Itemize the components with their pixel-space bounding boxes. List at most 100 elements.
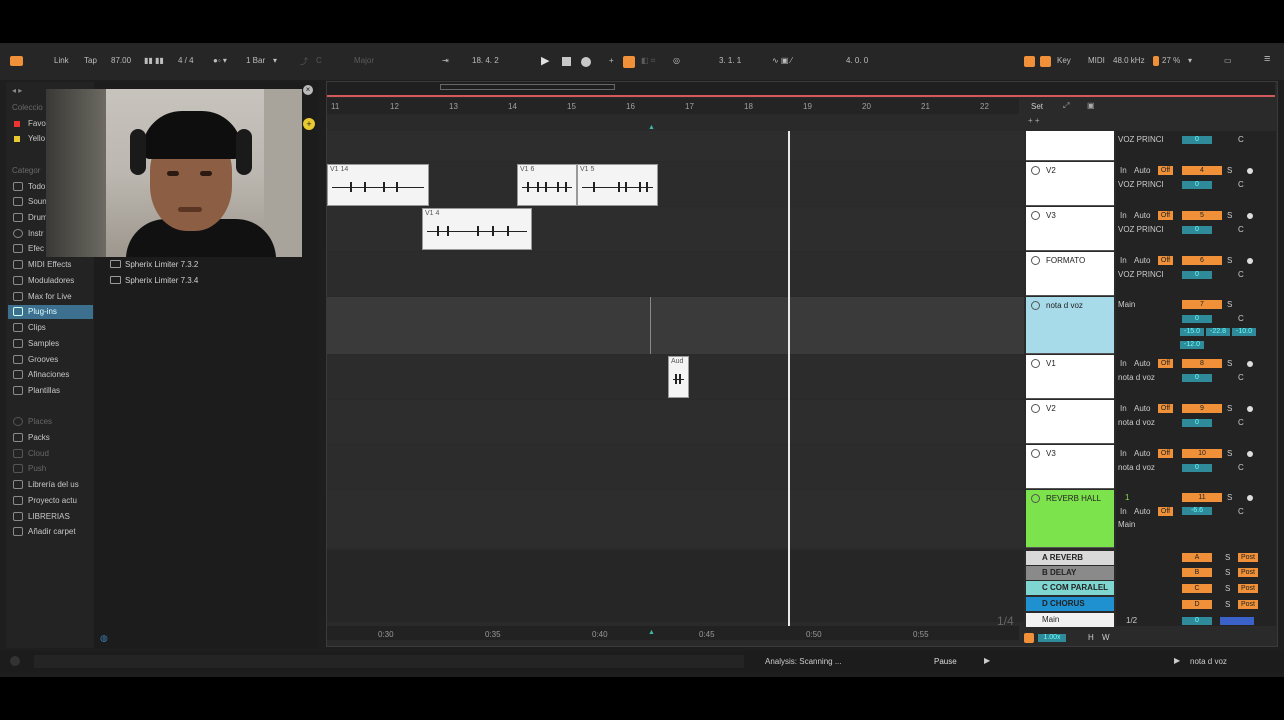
status-icon[interactable] bbox=[10, 656, 20, 666]
draw-icon[interactable] bbox=[1024, 633, 1034, 643]
return-track-d[interactable]: D CHORUS bbox=[1026, 597, 1114, 611]
zoom-field[interactable]: 1.00x bbox=[1038, 634, 1066, 642]
monitor-off-button[interactable]: Off bbox=[1158, 507, 1173, 516]
track-number[interactable]: 5 bbox=[1182, 211, 1222, 220]
fold-icon[interactable] bbox=[1031, 211, 1040, 220]
link-button[interactable]: Link bbox=[54, 56, 69, 65]
category-all[interactable]: Todo bbox=[28, 182, 45, 191]
return-letter[interactable]: C bbox=[1182, 584, 1212, 593]
loop-brace[interactable] bbox=[327, 95, 1275, 97]
volume-field[interactable]: -6.6 bbox=[1182, 507, 1212, 515]
place-push[interactable]: Push bbox=[28, 464, 46, 473]
fold-icon[interactable] bbox=[1031, 166, 1040, 175]
track-header[interactable] bbox=[1026, 131, 1114, 161]
monitor-auto-button[interactable]: Auto bbox=[1134, 449, 1150, 458]
monitor-off-button[interactable]: Off bbox=[1158, 166, 1173, 175]
monitor-in-button[interactable]: In bbox=[1120, 359, 1127, 368]
monitor-off-button[interactable]: Off bbox=[1158, 449, 1173, 458]
collection-favorites[interactable]: Favo bbox=[28, 119, 46, 128]
solo-button[interactable]: S bbox=[1225, 584, 1230, 593]
menu-icon[interactable]: ≡ bbox=[1264, 53, 1270, 65]
metronome-icon[interactable]: ●◦ ▾ bbox=[213, 56, 227, 65]
track-header[interactable]: REVERB HALL bbox=[1026, 490, 1114, 548]
output-routing-dropdown[interactable]: Main bbox=[1118, 520, 1135, 529]
loop-icon[interactable]: ◎ bbox=[673, 56, 680, 65]
track-header[interactable]: V2 bbox=[1026, 400, 1114, 444]
stop-icon[interactable] bbox=[562, 57, 571, 66]
output-routing-dropdown[interactable]: Main bbox=[1118, 300, 1135, 309]
return-track-a[interactable]: A REVERB bbox=[1026, 551, 1114, 565]
track-lane[interactable] bbox=[327, 162, 1024, 206]
audio-clip[interactable]: V1 6 bbox=[517, 164, 577, 206]
return-track-b[interactable]: B DELAY bbox=[1026, 566, 1114, 580]
collection-yellow[interactable]: Yello bbox=[28, 134, 45, 143]
category-drums[interactable]: Drum bbox=[28, 213, 48, 222]
nudge-icon[interactable]: ▮▮ ▮▮ bbox=[144, 56, 164, 65]
group-track-header[interactable]: nota d voz bbox=[1026, 297, 1114, 354]
loop-arrow-icon[interactable]: ⇥ bbox=[442, 56, 449, 65]
monitor-off-button[interactable]: Off bbox=[1158, 404, 1173, 413]
arm-record-icon[interactable] bbox=[1247, 361, 1253, 367]
audio-clip[interactable]: V1 4 bbox=[422, 208, 532, 250]
fold-icon[interactable] bbox=[1031, 404, 1040, 413]
track-header[interactable]: FORMATO bbox=[1026, 252, 1114, 296]
pan-knob[interactable]: C bbox=[1238, 314, 1244, 323]
pan-knob[interactable]: C bbox=[1238, 225, 1244, 234]
track-lane[interactable] bbox=[327, 445, 1024, 489]
solo-button[interactable]: S bbox=[1225, 600, 1230, 609]
return-letter[interactable]: B bbox=[1182, 568, 1212, 577]
track-number[interactable]: 10 bbox=[1182, 449, 1222, 458]
monitor-in-button[interactable]: In bbox=[1120, 404, 1127, 413]
arm-record-icon[interactable] bbox=[1247, 213, 1253, 219]
solo-button[interactable]: S bbox=[1227, 300, 1232, 309]
track-number[interactable]: 8 bbox=[1182, 359, 1222, 368]
return-letter[interactable]: A bbox=[1182, 553, 1212, 562]
scale-mode-dropdown[interactable]: Major bbox=[354, 56, 374, 65]
track-header[interactable]: V3 bbox=[1026, 445, 1114, 489]
monitor-in-button[interactable]: In bbox=[1120, 256, 1127, 265]
quantize-dropdown[interactable]: 1 Bar bbox=[246, 56, 265, 65]
record-icon[interactable] bbox=[581, 57, 591, 67]
monitor-in-button[interactable]: In bbox=[1120, 507, 1127, 516]
monitor-in-button[interactable]: In bbox=[1120, 166, 1127, 175]
arm-record-icon[interactable] bbox=[1247, 495, 1253, 501]
h-toggle[interactable]: H bbox=[1088, 633, 1094, 642]
input-routing-dropdown[interactable]: nota d voz bbox=[1118, 463, 1155, 472]
fold-icon[interactable] bbox=[1031, 359, 1040, 368]
monitor-off-button[interactable]: Off bbox=[1158, 359, 1173, 368]
solo-button[interactable]: S bbox=[1227, 211, 1232, 220]
send-routing-dropdown[interactable]: 1 bbox=[1125, 493, 1129, 502]
post-button[interactable]: Post bbox=[1238, 553, 1258, 562]
solo-button[interactable]: S bbox=[1227, 166, 1232, 175]
midi-map-button[interactable]: MIDI bbox=[1088, 56, 1105, 65]
return-track-c[interactable]: C COM PARALEL bbox=[1026, 581, 1114, 595]
track-number[interactable]: 11 bbox=[1182, 493, 1222, 502]
song-position-field[interactable]: 18. 4. 2 bbox=[472, 56, 499, 65]
monitor-auto-button[interactable]: Auto bbox=[1134, 211, 1150, 220]
time-signature-field[interactable]: 4 / 4 bbox=[178, 56, 194, 65]
volume-field[interactable]: 0 bbox=[1182, 464, 1212, 472]
add-folder-button[interactable]: Añadir carpet bbox=[28, 527, 76, 536]
fold-icon[interactable] bbox=[1031, 301, 1040, 310]
solo-button[interactable]: S bbox=[1227, 404, 1232, 413]
audio-clip[interactable]: V1 5 bbox=[577, 164, 658, 206]
add-icon[interactable]: + bbox=[303, 118, 315, 130]
category-midi-effects[interactable]: MIDI Effects bbox=[28, 260, 71, 269]
category-clips[interactable]: Clips bbox=[28, 323, 46, 332]
key-map-button[interactable]: Key bbox=[1057, 56, 1071, 65]
automation-arm-icon[interactable] bbox=[623, 56, 635, 68]
place-user-library[interactable]: Librería del us bbox=[28, 480, 79, 489]
input-routing-dropdown[interactable]: VOZ PRINCI bbox=[1118, 180, 1164, 189]
monitor-off-button[interactable]: Off bbox=[1158, 211, 1173, 220]
beat-ruler[interactable] bbox=[327, 98, 1019, 114]
solo-button[interactable]: S bbox=[1227, 256, 1232, 265]
volume-field[interactable]: 0 bbox=[1182, 374, 1212, 382]
input-routing-dropdown[interactable]: nota d voz bbox=[1118, 418, 1155, 427]
keyboard-icon[interactable] bbox=[1040, 56, 1051, 67]
main-volume-field[interactable]: 0 bbox=[1182, 617, 1212, 625]
solo-button[interactable]: S bbox=[1225, 568, 1230, 577]
arm-record-icon[interactable] bbox=[1247, 451, 1253, 457]
play-icon[interactable]: ▶ bbox=[541, 54, 549, 67]
tap-button[interactable]: Tap bbox=[84, 56, 97, 65]
track-lane[interactable] bbox=[327, 490, 1024, 548]
